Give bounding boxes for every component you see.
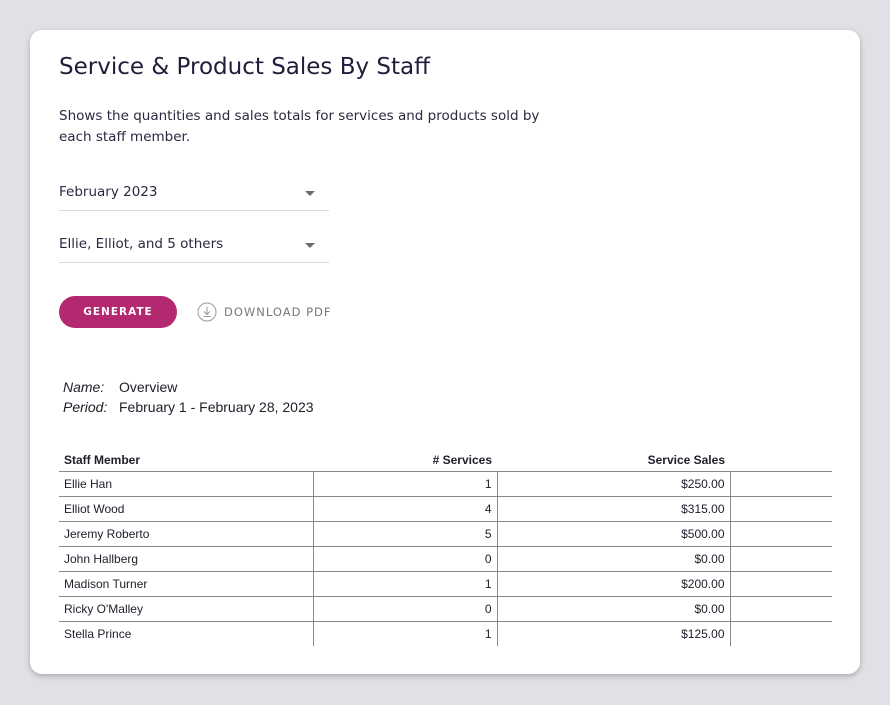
report-period: Period: February 1 - February 28, 2023 (63, 399, 314, 415)
download-pdf-label: DOWNLOAD PDF (224, 305, 332, 319)
extra-cell (729, 621, 832, 646)
report-period-value: February 1 - February 28, 2023 (119, 399, 314, 415)
service-sales-cell: $0.00 (496, 546, 730, 572)
table-row: Stella Prince 1 $125.00 (59, 621, 832, 646)
table-row: Ellie Han 1 $250.00 (59, 471, 832, 497)
staff-cell: Jeremy Roberto (59, 521, 313, 547)
table-row: Madison Turner 1 $200.00 (59, 571, 832, 597)
table-row: Ricky O'Malley 0 $0.00 (59, 596, 832, 622)
service-sales-cell: $250.00 (496, 471, 730, 497)
staff-cell: Stella Prince (64, 627, 132, 641)
generate-button[interactable]: GENERATE (59, 296, 177, 328)
staff-cell: Ricky O'Malley (59, 596, 313, 622)
staff-select[interactable]: Ellie, Elliot, and 5 others (59, 228, 329, 263)
report-name-label: Name: (63, 379, 105, 395)
column-header-service-sales: Service Sales (497, 449, 730, 472)
services-cell: 1 (312, 571, 497, 597)
staff-cell: Elliot Wood (59, 496, 313, 522)
download-pdf-button[interactable]: DOWNLOAD PDF (197, 302, 332, 322)
period-select[interactable]: February 2023 (59, 176, 329, 211)
service-sales-cell: $200.00 (496, 571, 730, 597)
sales-table: Staff Member # Services Service Sales El… (59, 449, 832, 646)
period-select-value: February 2023 (59, 184, 158, 200)
chevron-down-icon (305, 191, 315, 196)
staff-cell: Ellie Han (59, 471, 313, 497)
services-cell: 0 (312, 546, 497, 572)
services-cell: 5 (312, 521, 497, 547)
page-title: Service & Product Sales By Staff (59, 54, 430, 80)
download-icon (197, 302, 217, 322)
service-sales-cell: $0.00 (496, 596, 730, 622)
extra-cell (729, 596, 832, 622)
table-row: Elliot Wood 4 $315.00 (59, 496, 832, 522)
report-card: Service & Product Sales By Staff Shows t… (30, 30, 860, 674)
table-header-row: Staff Member # Services Service Sales (59, 449, 832, 472)
table-row: Jeremy Roberto 5 $500.00 (59, 521, 832, 547)
services-cell: 1 (312, 471, 497, 497)
column-header-staff: Staff Member (59, 449, 313, 472)
table-row: John Hallberg 0 $0.00 (59, 546, 832, 572)
report-period-label: Period: (63, 399, 108, 415)
extra-cell (729, 571, 832, 597)
service-sales-cell: $125.00 (496, 621, 730, 646)
page-description: Shows the quantities and sales totals fo… (59, 108, 540, 145)
services-cell: 0 (312, 596, 497, 622)
column-header-extra (730, 449, 832, 472)
service-sales-cell: $500.00 (496, 521, 730, 547)
staff-select-value: Ellie, Elliot, and 5 others (59, 236, 224, 252)
extra-cell (729, 521, 832, 547)
services-cell: 1 (312, 621, 497, 646)
service-sales-cell: $315.00 (496, 496, 730, 522)
report-name: Name: Overview (63, 379, 177, 395)
chevron-down-icon (305, 243, 315, 248)
staff-cell: Madison Turner (59, 571, 313, 597)
services-cell: 4 (312, 496, 497, 522)
report-name-value: Overview (119, 379, 178, 395)
staff-cell: John Hallberg (59, 546, 313, 572)
column-header-services: # Services (313, 449, 497, 472)
extra-cell (729, 471, 832, 497)
extra-cell (729, 496, 832, 522)
extra-cell (729, 546, 832, 572)
